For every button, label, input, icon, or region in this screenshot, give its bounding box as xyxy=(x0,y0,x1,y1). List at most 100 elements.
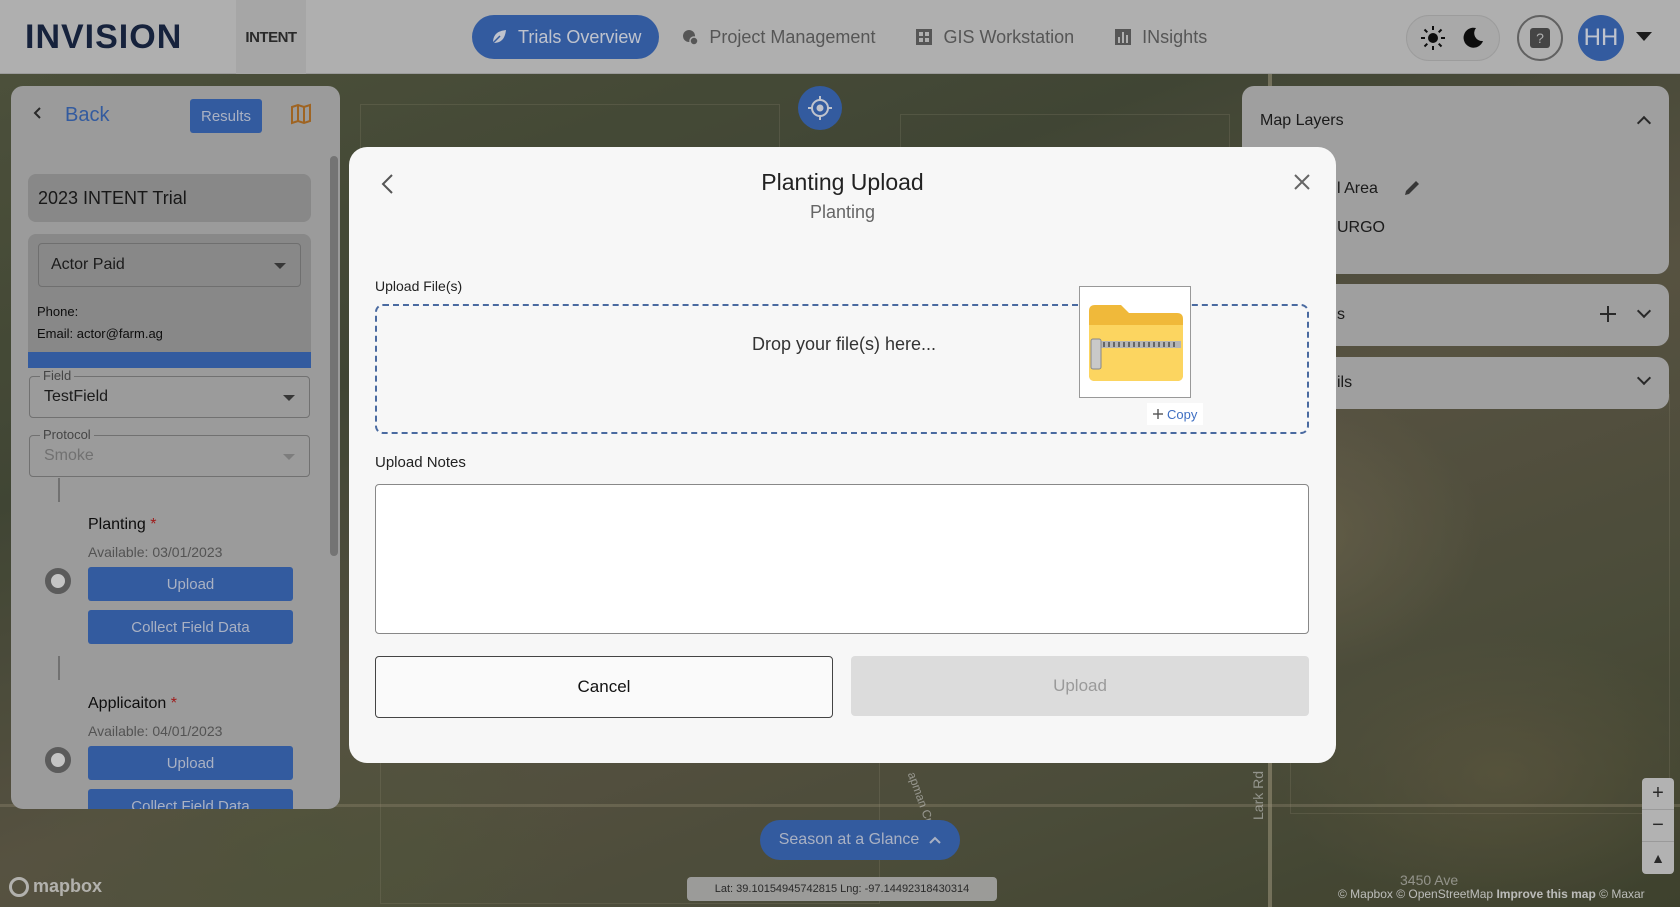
improve-map-link[interactable]: Improve this map xyxy=(1496,887,1595,901)
zip-folder-icon[interactable] xyxy=(1079,286,1191,398)
caret-down-icon xyxy=(274,263,286,269)
nav-insights[interactable]: INsights xyxy=(1096,15,1225,59)
section-label: s xyxy=(1337,306,1345,323)
actor-card: Actor Paid Phone: Email: actor@farm.ag xyxy=(28,234,311,368)
modal-title: Planting Upload xyxy=(761,169,924,195)
protocol-value: Smoke xyxy=(44,447,94,464)
protocol-legend: Protocol xyxy=(40,427,94,442)
nav-label: Trials Overview xyxy=(518,26,642,47)
nav-label: Project Management xyxy=(709,26,876,47)
close-icon[interactable] xyxy=(1289,169,1315,195)
dark-mode-button[interactable] xyxy=(1454,19,1492,57)
help-button[interactable]: ? xyxy=(1517,15,1563,61)
application-upload-button[interactable]: Upload xyxy=(88,746,293,780)
season-at-a-glance-button[interactable]: Season at a Glance xyxy=(760,820,960,860)
step-available: Available: 03/01/2023 xyxy=(88,544,223,560)
planting-upload-modal: Planting Upload Planting Upload File(s) … xyxy=(349,147,1336,763)
nav-label: GIS Workstation xyxy=(943,26,1075,47)
invision-logo[interactable]: INVISION xyxy=(25,18,182,57)
modal-subtitle: Planting xyxy=(809,202,876,222)
season-label: Season at a Glance xyxy=(778,831,920,848)
planting-collect-button[interactable]: Collect Field Data xyxy=(88,610,293,644)
crosshair-icon xyxy=(808,96,832,120)
road-label: 3450 Ave xyxy=(1400,872,1459,888)
moon-icon xyxy=(1463,27,1483,48)
plus-icon xyxy=(1153,409,1163,419)
road-label: Lark Rd xyxy=(1250,770,1266,820)
mapbox-logo[interactable]: mapbox xyxy=(9,876,102,897)
protocol-select: Protocol Smoke xyxy=(29,427,310,477)
step-available: Available: 04/01/2023 xyxy=(88,723,223,739)
field-select[interactable]: Field TestField xyxy=(29,368,310,418)
chevron-up-icon xyxy=(929,836,941,844)
chart-icon xyxy=(1114,28,1132,46)
field-value: TestField xyxy=(44,388,109,405)
actor-card-bar xyxy=(28,352,311,368)
actor-select-value: Actor Paid xyxy=(51,256,125,273)
step-status-radio xyxy=(45,747,71,773)
layer-label: l Area xyxy=(1337,180,1378,197)
attribution-link[interactable]: © Mapbox © OpenStreetMap xyxy=(1338,887,1493,901)
upload-notes-textarea[interactable] xyxy=(375,484,1309,634)
caret-down-icon xyxy=(283,395,295,401)
nav-gis-workstation[interactable]: GIS Workstation xyxy=(897,15,1092,59)
nav-trials-overview[interactable]: Trials Overview xyxy=(472,15,660,59)
app-header: INVISION INTENT Trials Overview Project … xyxy=(0,0,1680,74)
nav-project-management[interactable]: Project Management xyxy=(663,15,893,59)
cancel-button[interactable]: Cancel xyxy=(375,656,833,718)
pencil-icon[interactable] xyxy=(1402,178,1422,198)
chevron-down-icon[interactable] xyxy=(1636,303,1652,319)
actor-email: Email: actor@farm.ag xyxy=(37,326,163,341)
compass-button[interactable]: ▲ xyxy=(1642,842,1674,874)
theme-toggle xyxy=(1406,15,1500,61)
mapbox-logo-icon xyxy=(9,876,29,897)
step-title: Planting * xyxy=(88,516,157,533)
timeline-line xyxy=(58,656,60,680)
results-button[interactable]: Results xyxy=(190,99,262,133)
coordinates-readout: Lat: 39.10154945742815 Lng: -97.14492318… xyxy=(687,877,997,901)
file-dropzone[interactable]: Drop your file(s) here... Copy xyxy=(375,286,1309,434)
upload-files-label: Upload File(s) xyxy=(375,278,463,294)
help-icon: ? xyxy=(1530,28,1550,48)
main-nav: Trials Overview Project Management GIS W… xyxy=(472,15,1225,59)
layer-label: URGO xyxy=(1337,219,1385,236)
zoom-out-button[interactable]: − xyxy=(1642,810,1674,842)
application-collect-button[interactable]: Collect Field Data xyxy=(88,789,293,809)
upload-button[interactable]: Upload xyxy=(851,656,1309,716)
zoom-control: + − ▲ xyxy=(1642,778,1674,874)
locate-button[interactable] xyxy=(798,86,842,130)
planting-upload-button[interactable]: Upload xyxy=(88,567,293,601)
zoom-in-button[interactable]: + xyxy=(1642,778,1674,810)
back-link[interactable]: Back xyxy=(65,104,109,127)
nav-label: INsights xyxy=(1142,26,1208,47)
map-icon[interactable] xyxy=(289,102,313,126)
trial-name: 2023 INTENT Trial xyxy=(28,174,311,222)
chevron-down-icon[interactable] xyxy=(1636,32,1652,41)
panel-scrollbar[interactable] xyxy=(330,156,338,556)
trial-side-panel: Back Results 2023 INTENT Trial Actor Pai… xyxy=(11,86,340,809)
plus-icon[interactable] xyxy=(1599,305,1617,323)
chevron-left-icon[interactable] xyxy=(31,106,45,120)
actor-select[interactable]: Actor Paid xyxy=(38,243,301,287)
user-avatar[interactable]: HH xyxy=(1578,15,1624,61)
grid-icon xyxy=(915,28,933,46)
actor-phone: Phone: xyxy=(37,304,79,319)
intent-logo[interactable]: INTENT xyxy=(236,0,306,74)
chevron-down-icon[interactable] xyxy=(1636,370,1652,386)
copy-file-button[interactable]: Copy xyxy=(1147,403,1204,425)
upload-notes-label: Upload Notes xyxy=(375,454,466,471)
folder-gear-icon xyxy=(681,28,700,46)
section-label: ils xyxy=(1337,374,1353,391)
leaf-icon xyxy=(490,28,508,46)
attribution-link[interactable]: © Maxar xyxy=(1599,887,1645,901)
timeline-line xyxy=(58,478,60,502)
chevron-up-icon[interactable] xyxy=(1636,115,1652,131)
svg-text:?: ? xyxy=(1536,30,1544,46)
step-title: Applicaiton * xyxy=(88,695,177,712)
required-mark: * xyxy=(150,516,157,533)
step-status-radio xyxy=(45,568,71,594)
copy-label: Copy xyxy=(1167,406,1198,422)
light-mode-button[interactable] xyxy=(1414,19,1452,57)
map-layers-title: Map Layers xyxy=(1260,112,1344,129)
sun-icon xyxy=(1421,26,1445,50)
